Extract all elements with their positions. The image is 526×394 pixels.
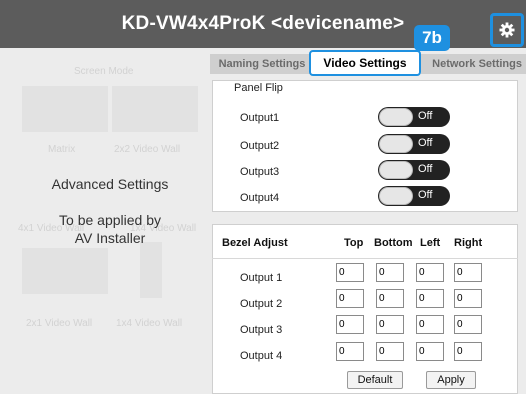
bezel-left-input[interactable]: 0 xyxy=(416,342,444,361)
installer-label: AV Installer xyxy=(74,230,146,246)
default-button[interactable]: Default xyxy=(347,371,403,389)
bezel-right-input[interactable]: 0 xyxy=(454,315,482,334)
callout-badge: 7b xyxy=(414,25,450,51)
bezel-bottom-input[interactable]: 0 xyxy=(376,263,404,282)
bezel-output-label: Output 4 xyxy=(240,350,283,362)
bezel-right-input[interactable]: 0 xyxy=(454,263,482,282)
bezel-output-label: Output 2 xyxy=(240,298,283,310)
bezel-output-label: Output 1 xyxy=(240,272,283,284)
flip-output-label: Output4 xyxy=(240,192,280,204)
ghost-label: 2x2 Video Wall xyxy=(114,144,181,155)
header-divider xyxy=(212,258,518,259)
ghost-label: 1x4 Video Wall xyxy=(116,318,183,329)
bezel-bottom-input[interactable]: 0 xyxy=(376,289,404,308)
apply-button[interactable]: Apply xyxy=(426,371,476,389)
panel-flip-title: Panel Flip xyxy=(234,82,283,94)
ghost-tile xyxy=(22,86,108,132)
ghost-label: Matrix xyxy=(48,144,76,155)
toggle-knob xyxy=(379,161,413,179)
bezel-adjust-title: Bezel Adjust xyxy=(222,237,288,249)
bezel-bottom-input[interactable]: 0 xyxy=(376,342,404,361)
column-header-right: Right xyxy=(454,237,483,249)
toggle-state: Off xyxy=(418,189,433,201)
column-header-left: Left xyxy=(420,237,441,249)
toggle-state: Off xyxy=(418,110,433,122)
flip-output-label: Output2 xyxy=(240,140,280,152)
tab-naming-settings[interactable]: Naming Settings xyxy=(210,54,314,74)
bezel-output-label: Output 3 xyxy=(240,324,283,336)
bezel-bottom-input[interactable]: 0 xyxy=(376,315,404,334)
ghost-tile xyxy=(22,248,108,294)
flip-toggle-output2[interactable]: Off xyxy=(378,134,450,154)
bezel-top-input[interactable]: 0 xyxy=(336,342,364,361)
tab-video-settings[interactable]: Video Settings xyxy=(309,50,421,76)
screen-mode-panel: Screen Mode Matrix 2x2 Video Wall 4x1 Vi… xyxy=(12,50,208,394)
bezel-top-input[interactable]: 0 xyxy=(336,263,364,282)
ghost-label: 2x1 Video Wall xyxy=(26,318,93,329)
toggle-knob xyxy=(379,187,413,205)
flip-output-label: Output3 xyxy=(240,166,280,178)
toggle-knob xyxy=(379,108,413,126)
bezel-left-input[interactable]: 0 xyxy=(416,289,444,308)
ghost-label: Screen Mode xyxy=(74,66,134,77)
bezel-left-input[interactable]: 0 xyxy=(416,263,444,282)
tab-network-settings[interactable]: Network Settings xyxy=(421,54,526,74)
column-header-top: Top xyxy=(344,237,364,249)
app-window: KD-VW4x4ProK <devicename> Screen Mode Ma… xyxy=(0,0,526,394)
ghost-tile xyxy=(112,86,198,132)
bezel-top-input[interactable]: 0 xyxy=(336,315,364,334)
flip-toggle-output1[interactable]: Off xyxy=(378,107,450,127)
flip-output-label: Output1 xyxy=(240,112,280,124)
flip-toggle-output4[interactable]: Off xyxy=(378,186,450,206)
bezel-left-input[interactable]: 0 xyxy=(416,315,444,334)
gear-icon xyxy=(499,22,515,38)
settings-button[interactable] xyxy=(490,13,524,47)
bezel-right-input[interactable]: 0 xyxy=(454,342,482,361)
bezel-top-input[interactable]: 0 xyxy=(336,289,364,308)
column-header-bottom: Bottom xyxy=(374,237,413,249)
flip-toggle-output3[interactable]: Off xyxy=(378,160,450,180)
toggle-state: Off xyxy=(418,163,433,175)
toggle-knob xyxy=(379,135,413,153)
ghost-tile xyxy=(140,242,162,298)
applied-by-label: To be applied by xyxy=(59,212,161,228)
bezel-right-input[interactable]: 0 xyxy=(454,289,482,308)
advanced-settings-label: Advanced Settings xyxy=(51,176,169,192)
toggle-state: Off xyxy=(418,137,433,149)
